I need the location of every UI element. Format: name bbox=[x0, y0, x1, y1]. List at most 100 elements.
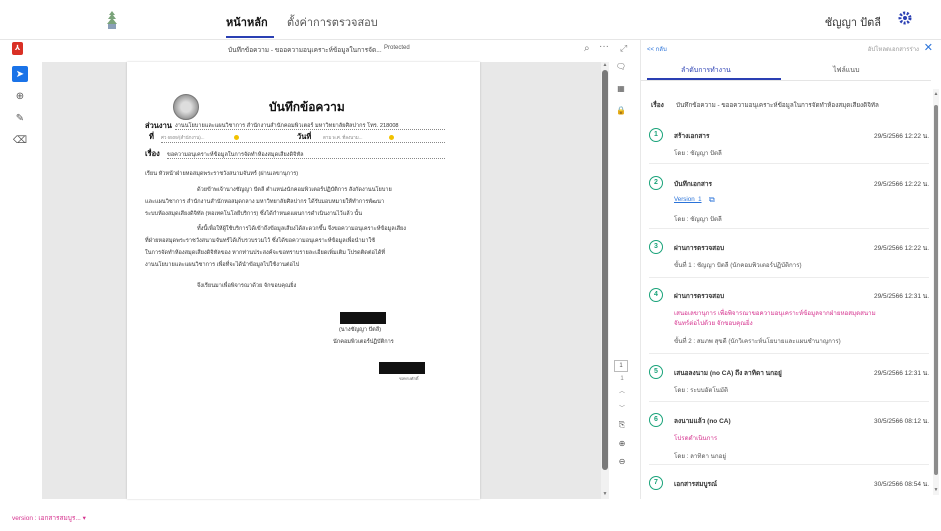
back-link[interactable]: << กลับ bbox=[647, 44, 667, 54]
memo-paragraph-line: ด้วยข้าพเจ้านางชัญญา ปัตลี ตำแหน่งนักคอม… bbox=[197, 187, 392, 193]
memo-date-value: ตาม พ.ศ. ที่ลงนาม... bbox=[323, 135, 363, 140]
memo-paragraph-line: ระบบห้องสมุดเสียงดิจิทัล (หอเทคโนโลยีบริ… bbox=[145, 211, 363, 217]
pdf-scrollbar[interactable]: ▲ ▼ bbox=[601, 62, 609, 499]
pdf-page: บันทึกข้อความ ส่วนงาน งานนโยบายและแผนวิช… bbox=[127, 62, 480, 499]
zoom-out-icon[interactable]: ⊖ bbox=[614, 457, 630, 466]
divider bbox=[649, 228, 929, 229]
page-number-input[interactable]: 1 bbox=[614, 360, 628, 372]
dotted-rule bbox=[161, 142, 445, 143]
zoom-in-icon[interactable]: ⊕ bbox=[614, 439, 630, 448]
eraser-icon[interactable]: ⌫ bbox=[12, 132, 28, 148]
step-title: บันทึกเอกสาร bbox=[674, 181, 712, 188]
pdf-side-tools: 🗨 ▦ 🔒 bbox=[614, 62, 630, 128]
workflow-panel: << กลับ อัปโหลดเอกสารร่าง ✕ ลำดับการทำงา… bbox=[640, 40, 941, 499]
pdf-file-icon: ⅄ bbox=[12, 42, 23, 55]
pdf-scrollbar-thumb[interactable] bbox=[602, 70, 608, 470]
search-icon[interactable]: ⌕ bbox=[584, 43, 590, 54]
tab-home[interactable]: หน้าหลัก bbox=[226, 13, 268, 31]
scroll-up-icon[interactable]: ▲ bbox=[933, 91, 939, 97]
comment-icon[interactable]: 🗨 bbox=[614, 62, 628, 76]
step-comment: เสนอเลขานุการ เพื่อพิจารณาขอความอนุเคราะ… bbox=[674, 310, 876, 317]
zoom-icon[interactable]: ⊕ bbox=[12, 88, 28, 104]
tab-workflow[interactable]: ลำดับการทำงาน bbox=[681, 65, 731, 76]
pdf-document-title: บันทึกข้อความ - ขออความอนุเคราะห์ข้อมูลใ… bbox=[228, 47, 382, 54]
step-detail: ขั้นที่ 1 : ชัญญา ปัตลี (นักคอมพิวเตอร์ป… bbox=[674, 262, 802, 269]
step-date: 30/5/2566 08:12 น. bbox=[873, 418, 929, 425]
select-cursor-icon[interactable]: ➤ bbox=[12, 66, 28, 82]
thumbnails-icon[interactable]: ▦ bbox=[614, 84, 628, 98]
memo-subject-label: เรื่อง bbox=[145, 149, 160, 158]
step-number: 6 bbox=[649, 413, 663, 427]
divider bbox=[649, 353, 929, 354]
scroll-down-icon[interactable]: ▼ bbox=[933, 487, 939, 493]
step-title: สร้างเอกสาร bbox=[674, 133, 710, 140]
top-navbar: หน้าหลัก ตั้งค่าการตรวจสอบ ชัญญา ปัตลี bbox=[0, 0, 941, 40]
step-number: 4 bbox=[649, 288, 663, 302]
step-number: 3 bbox=[649, 240, 663, 254]
memo-to-line: เรียน หัวหน้าฝ่ายหอสมุดพระราชวังสนามจันท… bbox=[145, 171, 299, 177]
signature-marker[interactable] bbox=[234, 135, 239, 140]
version-select[interactable]: version : เอกสารสมบูร... ▾ bbox=[12, 513, 86, 523]
step-number: 2 bbox=[649, 176, 663, 190]
divider bbox=[649, 277, 929, 278]
gear-icon[interactable] bbox=[897, 10, 913, 26]
version-link[interactable]: Version_1 bbox=[674, 196, 702, 203]
step-date: 29/5/2566 12:22 น. bbox=[873, 133, 929, 140]
step-detail: โดย : ระบบอัตโนมัติ bbox=[674, 387, 729, 394]
step-number: 5 bbox=[649, 365, 663, 379]
subject-label: เรื่อง bbox=[651, 102, 664, 109]
memo-signer-title: นักคอมพิวเตอร์ปฏิบัติการ bbox=[333, 339, 394, 345]
step-number: 7 bbox=[649, 476, 663, 490]
page-down-icon[interactable]: ﹀ bbox=[614, 403, 630, 412]
memo-title: บันทึกข้อความ bbox=[269, 100, 345, 114]
memo-paragraph-line: ที่ฝ่ายหอสมุดพระราชวังสนามจันทร์ได้เก็บร… bbox=[145, 238, 375, 244]
open-external-icon[interactable]: ⧉ bbox=[709, 195, 715, 205]
panel-scrollbar-thumb[interactable] bbox=[934, 105, 938, 475]
step-comment: โปรดดำเนินการ bbox=[674, 435, 718, 442]
redacted-signature bbox=[340, 312, 386, 324]
active-tab-indicator bbox=[226, 36, 274, 38]
step-title: เอกสารสมบูรณ์ bbox=[674, 481, 718, 488]
step-date: 29/5/2566 12:22 น. bbox=[873, 181, 929, 188]
tab-review-settings[interactable]: ตั้งค่าการตรวจสอบ bbox=[287, 13, 378, 31]
expand-icon[interactable]: ⤢ bbox=[620, 43, 627, 54]
user-name[interactable]: ชัญญา ปัตลี bbox=[825, 13, 881, 31]
more-options-icon[interactable]: ··· bbox=[599, 41, 609, 52]
dotted-rule bbox=[167, 158, 445, 159]
pen-icon[interactable]: ✎ bbox=[12, 110, 28, 126]
scroll-up-icon[interactable]: ▲ bbox=[601, 62, 609, 68]
close-icon[interactable]: ✕ bbox=[924, 41, 933, 54]
step-detail: โดย : ชัญญา ปัตลี bbox=[674, 150, 722, 157]
memo-signer-name: (นางชัญญา ปัตลี) bbox=[339, 327, 382, 333]
pdf-viewport[interactable]: บันทึกข้อความ ส่วนงาน งานนโยบายและแผนวิช… bbox=[42, 62, 602, 499]
memo-second-signer: ชลทรงศักดิ์ bbox=[399, 376, 419, 381]
step-title: เสนอลงนาม (no CA) ถึง ลาทิดา นกอยู่ bbox=[674, 370, 782, 377]
version-select-label: version : เอกสารสมบูร... bbox=[12, 515, 81, 522]
step-date: 30/5/2566 08:54 น. bbox=[873, 481, 929, 488]
redacted-signature bbox=[379, 362, 425, 374]
page-total: 1 bbox=[620, 376, 624, 382]
signature-marker[interactable] bbox=[389, 135, 394, 140]
step-detail: ขั้นที่ 2 : สมภพ สุขดี (นักวิเคราะห์นโยบ… bbox=[674, 338, 841, 345]
step-detail: โดย : ลาทิดา นกอยู่ bbox=[674, 453, 726, 460]
zoom-controls: ⎘ ⊕ ⊖ bbox=[614, 420, 630, 475]
page-up-icon[interactable]: ︿ bbox=[614, 386, 630, 395]
step-title: ลงนามแล้ว (no CA) bbox=[674, 418, 731, 425]
annotation-toolbar: ➤ ⊕ ✎ ⌫ bbox=[12, 66, 32, 154]
step-date: 29/5/2566 12:31 น. bbox=[873, 293, 929, 300]
subject-value: บันทึกข้อความ - ขออความอนุเคราะห์ข้อมูลใ… bbox=[676, 102, 879, 109]
government-seal-icon bbox=[173, 94, 199, 120]
lock-icon[interactable]: 🔒 bbox=[614, 106, 628, 120]
memo-paragraph-line: งานนโยบายและแผนวิชาการ เพื่อที่จะได้นำข้… bbox=[145, 262, 300, 268]
panel-scrollbar[interactable]: ▲ ▼ bbox=[933, 89, 939, 495]
university-logo-icon bbox=[107, 11, 117, 29]
upload-draft-link[interactable]: อัปโหลดเอกสารร่าง bbox=[868, 44, 919, 54]
tab-attachments[interactable]: ไฟล์แนบ bbox=[833, 65, 860, 76]
step-detail: โดย : ชัญญา ปัตลี bbox=[674, 216, 722, 223]
memo-paragraph-line: ในการจัดทำห้องสมุดเสียงดิจิทัลของ หากท่า… bbox=[145, 250, 386, 256]
dotted-rule bbox=[175, 129, 445, 130]
scroll-down-icon[interactable]: ▼ bbox=[601, 491, 609, 497]
memo-paragraph-line: ทั้งนี้เพื่อให้ผู้ใช้บริการได้เข้าถึงข้อ… bbox=[197, 226, 407, 232]
divider bbox=[649, 464, 929, 465]
fit-page-icon[interactable]: ⎘ bbox=[614, 420, 630, 430]
